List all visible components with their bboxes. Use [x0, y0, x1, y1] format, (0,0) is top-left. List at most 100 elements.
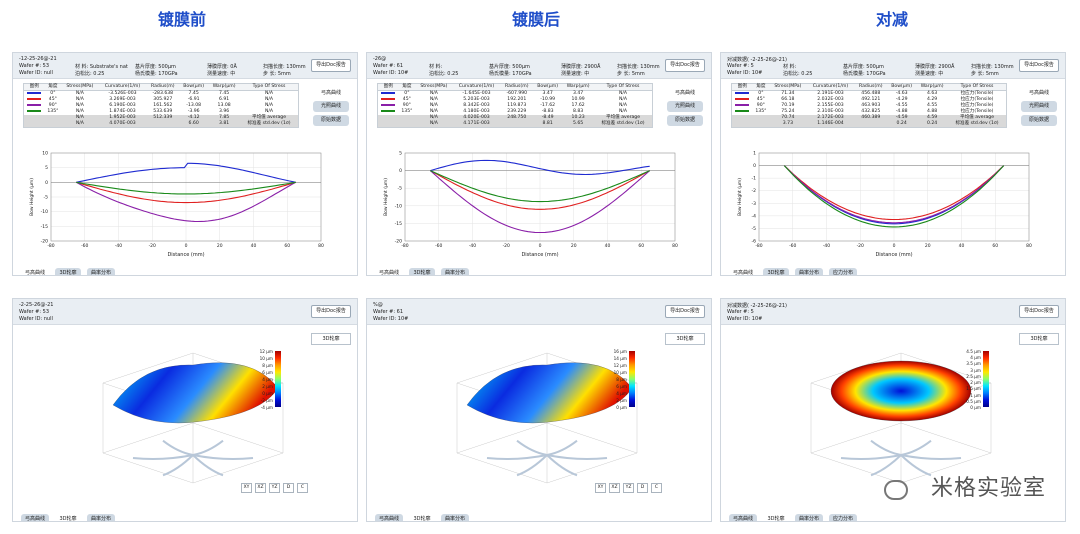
tab-0[interactable]: 弓高曲线	[375, 514, 404, 521]
y-tick-label: 0	[753, 163, 756, 169]
x-tick-label: -20	[503, 243, 510, 249]
header-poisson: 泊松比: 0.25	[75, 71, 105, 77]
y-tick-label: -15	[395, 221, 402, 227]
header-mat: 材 料:	[429, 64, 443, 70]
header-title: 对减数据( -2-25-26@-21)	[727, 303, 787, 309]
y-tick-label: 0	[45, 180, 48, 186]
bow-panel-2: 对减数据( -2-25-26@-21) Wafer #: 5 Wafer ID: 1…	[720, 52, 1066, 276]
colorbar-label: 8 μm	[262, 363, 273, 368]
title-before: 镀膜前	[158, 10, 207, 29]
table-header: Radius(m)	[500, 84, 534, 91]
colorbar-label: -2 μm	[260, 398, 273, 403]
watermark: 米格实验室	[930, 476, 1046, 501]
view-xy-button[interactable]: XY	[595, 483, 606, 493]
header-step: 步 长: 5mm	[971, 71, 999, 77]
header-title: -2-25-26@-21	[19, 302, 54, 308]
view-c-button[interactable]: C	[651, 483, 662, 493]
tab-0[interactable]: 弓高曲线	[21, 514, 50, 521]
support-leg	[840, 454, 902, 460]
panel-header: %@ Wafer #: 61 Wafer ID: 10# 导出Doc报告	[367, 299, 711, 325]
x-tick-label: 80	[1026, 243, 1032, 249]
x-tick-label: 0	[185, 243, 188, 249]
export-doc-button[interactable]: 导出Doc报告	[311, 59, 351, 72]
x-tick-label: -60	[789, 243, 796, 249]
side-btn2[interactable]: 原始数据	[667, 115, 703, 126]
export-doc-button[interactable]: 导出Doc报告	[665, 305, 705, 318]
view-d-button[interactable]: D	[637, 483, 648, 493]
side-btn1[interactable]: 光照曲线	[313, 101, 349, 112]
side-btn1[interactable]: 光照曲线	[667, 101, 703, 112]
x-tick-label: -20	[149, 243, 156, 249]
side-btn1[interactable]: 光照曲线	[1021, 101, 1057, 112]
y-tick-label: -4	[752, 213, 757, 219]
header-wafer_id: Wafer ID: 10#	[727, 70, 763, 76]
header-wafer_id: Wafer ID: 10#	[373, 316, 409, 322]
view-xz-button[interactable]: XZ	[255, 483, 266, 493]
tab-1[interactable]: 3D轮廓	[55, 514, 81, 521]
side-label: 弓高曲线	[674, 90, 695, 96]
tab-2[interactable]: 曲率分布	[87, 514, 116, 521]
tab-0[interactable]: 弓高曲线	[375, 268, 403, 275]
table-header: Warp(μm)	[208, 84, 241, 91]
tab-0[interactable]: 弓高曲线	[729, 514, 758, 521]
colorbar	[983, 351, 989, 407]
view-c-button[interactable]: C	[297, 483, 308, 493]
table-header: Warp(μm)	[562, 84, 595, 91]
colorbar-label: 2.5 μm	[966, 373, 981, 379]
y-tick-label: -1	[752, 176, 757, 182]
view-xz-button[interactable]: XZ	[609, 483, 620, 493]
x-tick-label: -60	[435, 243, 442, 249]
y-tick-label: -5	[44, 195, 49, 201]
export-doc-button[interactable]: 导出Doc报告	[1019, 59, 1059, 72]
tab-1[interactable]: 3D轮廓	[763, 268, 790, 275]
x-tick-label: -80	[755, 243, 762, 249]
view-yz-button[interactable]: YZ	[623, 483, 634, 493]
tab-1[interactable]: 3D轮廓	[409, 514, 435, 521]
results-table: 图例 角度 Stress(MPa) Curvature(1/m) Radius(m) Bo…	[731, 83, 1007, 128]
y-tick-label: -6	[752, 239, 757, 245]
profile3d-panel-1: %@ Wafer #: 61 Wafer ID: 10# 导出Doc报告 3D轮廓 16 …	[366, 298, 712, 522]
tab-2[interactable]: 曲率分布	[441, 268, 470, 275]
support-leg	[546, 454, 608, 460]
export-doc-button[interactable]: 导出Doc报告	[1019, 305, 1059, 318]
tab-0[interactable]: 弓高曲线	[729, 268, 757, 275]
tab-2[interactable]: 曲率分布	[87, 268, 116, 275]
header-title: 对减数据( -2-25-26@-21)	[727, 57, 787, 63]
table-header: Stress(MPa)	[61, 84, 99, 91]
header-title: -26@	[373, 56, 387, 62]
colorbar-label: 6 μm	[616, 384, 627, 389]
tab-0[interactable]: 弓高曲线	[21, 268, 49, 275]
table-header: Stress(MPa)	[415, 84, 453, 91]
y-axis-label: Bow Height (μm)	[737, 178, 743, 216]
tab-2[interactable]: 曲率分布	[795, 268, 824, 275]
tab-2[interactable]: 曲率分布	[795, 514, 824, 521]
tab-3[interactable]: 应力分布	[829, 268, 858, 275]
tab-1[interactable]: 3D轮廓	[55, 268, 82, 275]
tab-3[interactable]: 应力分布	[829, 514, 858, 521]
view-xy-button[interactable]: XY	[241, 483, 252, 493]
panel-header: -26@ Wafer #: 61 Wafer ID: 10# 材 料: 泊松比: 0.2…	[367, 53, 711, 79]
header-mod: 杨氏模量: 170GPa	[135, 71, 178, 77]
side-btn2[interactable]: 原始数据	[1021, 115, 1057, 126]
header-film: 薄膜厚度: 2900Å	[915, 64, 955, 70]
x-tick-label: 0	[893, 243, 896, 249]
tab-1[interactable]: 3D轮廓	[763, 514, 789, 521]
view-d-button[interactable]: D	[283, 483, 294, 493]
view-yz-button[interactable]: YZ	[269, 483, 280, 493]
x-tick-label: 20	[571, 243, 577, 249]
bow-panel-1: -26@ Wafer #: 61 Wafer ID: 10# 材 料: 泊松比: 0.2…	[366, 52, 712, 276]
side-btn2[interactable]: 原始数据	[313, 115, 349, 126]
header-wafer: Wafer #: 61	[373, 63, 403, 69]
export-doc-button[interactable]: 导出Doc报告	[311, 305, 351, 318]
colorbar-label: 10 μm	[259, 356, 273, 361]
colorbar-label: 2 μm	[970, 380, 981, 386]
header-title: -12-25-26@-21	[19, 56, 57, 62]
export-doc-button[interactable]: 导出Doc报告	[665, 59, 705, 72]
x-tick-label: 40	[605, 243, 611, 249]
x-tick-label: -20	[857, 243, 864, 249]
bottom-tabs: 弓高曲线 3D轮廓 曲率分布	[21, 505, 121, 521]
tab-1[interactable]: 3D轮廓	[409, 268, 436, 275]
tab-2[interactable]: 曲率分布	[441, 514, 470, 521]
x-tick-label: -80	[401, 243, 408, 249]
title-diff: 对减	[876, 10, 909, 29]
